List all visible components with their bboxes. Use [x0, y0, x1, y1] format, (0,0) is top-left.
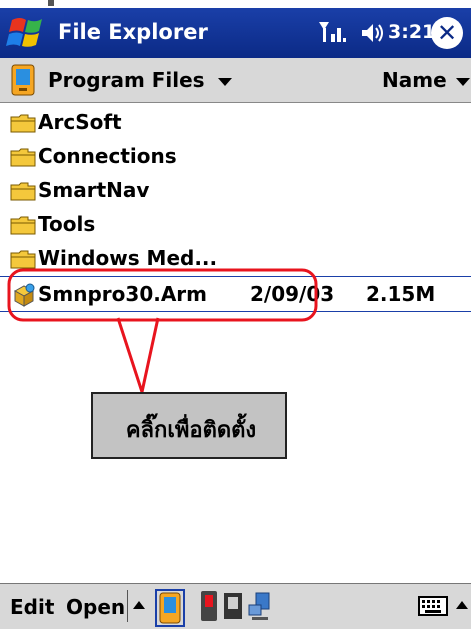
- path-bar: Program Files Name: [0, 58, 471, 103]
- folder-icon: [10, 216, 36, 235]
- windows-flag-icon[interactable]: [6, 14, 50, 52]
- item-size: 2.15M: [366, 282, 436, 306]
- menu-bar: Edit Open: [0, 583, 471, 629]
- pda-device-icon[interactable]: [10, 64, 36, 96]
- callout-text: คลิ๊กเพื่อติดตั้ง: [125, 418, 257, 443]
- folder-icon: [10, 148, 36, 167]
- storage-card-icon[interactable]: [196, 589, 222, 623]
- list-item[interactable]: ArcSoft: [0, 105, 471, 139]
- signal-antenna-icon[interactable]: [317, 18, 349, 46]
- sort-dropdown[interactable]: Name: [382, 68, 447, 92]
- top-strip: [0, 0, 471, 8]
- list-item[interactable]: Connections: [0, 139, 471, 173]
- speaker-volume-icon[interactable]: [358, 21, 386, 45]
- callout-pointer: [116, 317, 160, 398]
- callout-box: คลิ๊กเพื่อติดตั้ง: [91, 392, 287, 459]
- chevron-down-icon[interactable]: [456, 78, 470, 86]
- title-bar: File Explorer 3:21 ✕: [0, 8, 471, 58]
- edit-menu[interactable]: Edit: [10, 595, 54, 619]
- item-name: SmartNav: [38, 178, 150, 202]
- list-item-selected[interactable]: Smnpro30.Arm 2/09/03 2.15M: [0, 276, 471, 312]
- keyboard-icon[interactable]: [418, 596, 448, 616]
- chevron-down-icon[interactable]: [218, 78, 232, 86]
- close-button[interactable]: ✕: [431, 17, 463, 49]
- item-date: 2/09/03: [250, 282, 335, 306]
- folder-icon: [10, 114, 36, 133]
- pda-device-icon[interactable]: [155, 589, 185, 627]
- list-item[interactable]: Windows Med...: [0, 241, 471, 275]
- close-icon: ✕: [436, 19, 458, 47]
- network-computer-icon[interactable]: [246, 589, 272, 623]
- open-menu[interactable]: Open: [66, 595, 125, 619]
- item-name: Tools: [38, 212, 96, 236]
- chevron-up-icon[interactable]: [456, 601, 468, 609]
- clock[interactable]: 3:21: [388, 21, 435, 43]
- app-title: File Explorer: [58, 20, 208, 44]
- item-name: ArcSoft: [38, 110, 122, 134]
- folder-icon: [10, 182, 36, 201]
- setup-package-icon: [13, 283, 35, 307]
- top-mark: [48, 0, 54, 6]
- item-name: Windows Med...: [38, 246, 218, 270]
- item-name: Connections: [38, 144, 177, 168]
- memory-card-icon[interactable]: [220, 589, 246, 623]
- list-item[interactable]: Tools: [0, 207, 471, 241]
- list-item[interactable]: SmartNav: [0, 173, 471, 207]
- folder-icon: [10, 250, 36, 269]
- item-name: Smnpro30.Arm: [38, 282, 208, 306]
- chevron-up-icon[interactable]: [133, 601, 145, 609]
- folder-dropdown[interactable]: Program Files: [48, 68, 205, 92]
- divider: [127, 590, 128, 622]
